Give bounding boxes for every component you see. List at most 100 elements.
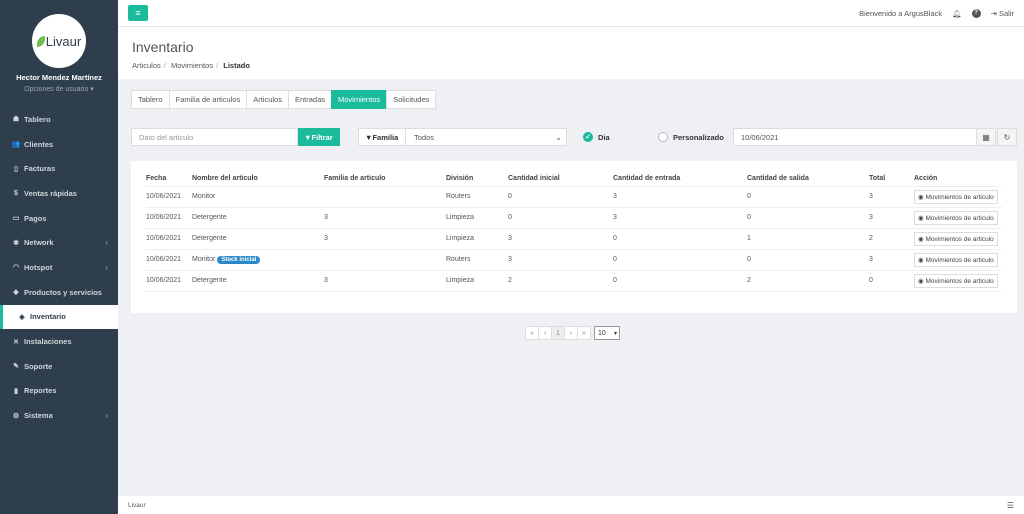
family-label-text: Familia: [372, 132, 399, 142]
sidebar-item-instalaciones[interactable]: ✕ Instalaciones: [0, 329, 118, 354]
table-row: 10/06/2021 Monitor Stock inicial Routers …: [146, 249, 1002, 271]
cell-accion: ◉ Movimientos de articulo: [914, 249, 1002, 271]
sidebar-item-reportes[interactable]: ▮ Reportes: [0, 379, 118, 404]
family-label: ▼ Familia: [358, 128, 406, 146]
main-content: Tablero Familia de articulos Articulos E…: [131, 90, 1017, 340]
tab-solicitudes[interactable]: Solicitudes: [386, 90, 437, 109]
chevron-left-icon: ‹: [105, 411, 108, 421]
movements-table: Fecha Nombre del articulo Familia de art…: [146, 171, 1002, 292]
breadcrumb: Articulos / Movimientos / Listado: [132, 61, 250, 70]
chevron-down-icon: ▾: [613, 330, 617, 337]
network-icon: ✱: [13, 239, 19, 247]
footer: Livaur ☰: [118, 496, 1024, 514]
movements-button[interactable]: ◉ Movimientos de articulo: [914, 252, 998, 267]
cell-division: Limpieza: [446, 207, 508, 229]
sidebar-item-label: Tablero: [24, 114, 51, 124]
movements-button[interactable]: ◉ Movimientos de articulo: [914, 273, 998, 288]
sidebar-item-soporte[interactable]: ✎ Soporte: [0, 354, 118, 379]
cell-entrada: 3: [613, 186, 747, 208]
sidebar-item-label: Network: [24, 238, 54, 248]
cell-accion: ◉ Movimientos de articulo: [914, 207, 1002, 229]
cell-nombre: Detergente: [192, 207, 324, 229]
sidebar-item-network[interactable]: ✱ Network ‹: [0, 230, 118, 255]
sidebar-item-label: Soporte: [24, 361, 53, 371]
cell-salida: 0: [747, 207, 869, 229]
sidebar-item-pagos[interactable]: ▭ Pagos: [0, 206, 118, 231]
bell-icon[interactable]: 🔔︎: [952, 9, 962, 18]
cell-total: 3: [869, 249, 914, 271]
page-last-button[interactable]: »: [577, 326, 591, 340]
item-name: Detergente: [192, 214, 227, 221]
page-size-value: 10: [598, 329, 606, 337]
date-input[interactable]: 10/06/2021: [733, 128, 977, 146]
movements-button[interactable]: ◉ Movimientos de articulo: [914, 189, 998, 204]
calendar-button[interactable]: ▦: [976, 128, 996, 146]
cell-entrada: 0: [613, 270, 747, 292]
page-title: Inventario: [132, 39, 194, 55]
item-name: Detergente: [192, 235, 227, 242]
tabs: Tablero Familia de articulos Articulos E…: [131, 90, 1017, 109]
tab-entradas[interactable]: Entradas: [287, 90, 333, 109]
tab-articulos[interactable]: Articulos: [246, 90, 289, 109]
sidebar-item-label: Hotspot: [24, 262, 53, 272]
filter-icon: ▼: [304, 132, 312, 142]
cell-nombre: Monitor: [192, 186, 324, 208]
user-name: Hector Mendez Martínez: [16, 73, 102, 82]
radio-personalizado[interactable]: Personalizado: [658, 132, 724, 142]
breadcrumb-item[interactable]: Articulos: [132, 61, 161, 70]
family-select[interactable]: Todos ⌄: [405, 128, 567, 146]
help-icon[interactable]: ?: [971, 8, 981, 18]
page-current[interactable]: 1: [551, 326, 565, 340]
tab-movimientos[interactable]: Movimientos: [331, 90, 388, 109]
sidebar-item-tablero[interactable]: ☗ Tablero: [0, 107, 118, 132]
table-row: 10/06/2021 Detergente 3 Limpieza 2 0 2 0…: [146, 270, 1002, 292]
settings-sliders-icon[interactable]: ☰: [1007, 501, 1014, 510]
page-first-button[interactable]: «: [525, 326, 539, 340]
sidebar-item-label: Sistema: [24, 411, 53, 421]
cell-total: 3: [869, 186, 914, 208]
col-division: División: [446, 171, 508, 187]
movements-button-label: Movimientos de articulo: [925, 277, 994, 285]
logout-label: Salir: [998, 8, 1014, 18]
cell-total: 2: [869, 228, 914, 250]
tab-familia-articulos[interactable]: Familia de articulos: [168, 90, 248, 109]
sidebar-item-label: Ventas rápidas: [24, 188, 77, 198]
sidebar-item-productos[interactable]: ◆ Productos y servicios: [0, 280, 118, 305]
filter-button[interactable]: ▼ Filtrar: [298, 128, 340, 146]
sidebar-item-label: Facturas: [24, 164, 56, 174]
cell-salida: 1: [747, 228, 869, 250]
topbar: ≡ Bienvenido a ArgusBlack 🔔︎ ? ⇥ Salir: [118, 0, 1024, 26]
sidebar-item-facturas[interactable]: ▯ Facturas: [0, 156, 118, 181]
cell-familia: [324, 186, 446, 208]
refresh-button[interactable]: ↻: [997, 128, 1017, 146]
logout-link[interactable]: ⇥ Salir: [991, 9, 1014, 18]
radio-dia[interactable]: ✓ Dia: [583, 132, 610, 142]
sidebar-item-label: Clientes: [24, 139, 54, 149]
check-icon: ✓: [583, 132, 593, 142]
page-next-button[interactable]: ›: [564, 326, 578, 340]
sidebar-item-hotspot[interactable]: ◠ Hotspot ‹: [0, 255, 118, 280]
page-size-select[interactable]: 10 ▾: [594, 326, 620, 340]
tab-tablero[interactable]: Tablero: [131, 90, 170, 109]
sidebar-item-clientes[interactable]: 👥 Clientes: [0, 132, 118, 157]
menu-toggle-button[interactable]: ≡: [128, 5, 148, 21]
col-cantidad-inicial: Cantidad inicial: [508, 171, 613, 187]
cell-salida: 0: [747, 249, 869, 271]
item-name: Detergente: [192, 277, 227, 284]
movements-button[interactable]: ◉ Movimientos de articulo: [914, 210, 998, 225]
cell-familia: 3: [324, 228, 446, 250]
sidebar-item-inventario[interactable]: ◈ Inventario: [0, 304, 118, 330]
radio-circle-icon: [658, 132, 668, 142]
user-options-dropdown[interactable]: Opciones de usuario ▾: [24, 85, 94, 93]
movements-button[interactable]: ◉ Movimientos de articulo: [914, 231, 998, 246]
sidebar-item-sistema[interactable]: ⚙ Sistema ‹: [0, 403, 118, 428]
search-input[interactable]: Dato del articulo: [131, 128, 298, 146]
col-familia: Familia de articulo: [324, 171, 446, 187]
sidebar-item-ventas-rapidas[interactable]: $ Ventas rápidas: [0, 181, 118, 206]
sidebar-item-label: Reportes: [24, 386, 57, 396]
cell-accion: ◉ Movimientos de articulo: [914, 270, 1002, 292]
col-accion: Acción: [914, 171, 1002, 187]
page-prev-button[interactable]: ‹: [538, 326, 552, 340]
chevron-down-icon: ⌄: [555, 132, 562, 142]
breadcrumb-item[interactable]: Movimientos: [171, 61, 213, 70]
